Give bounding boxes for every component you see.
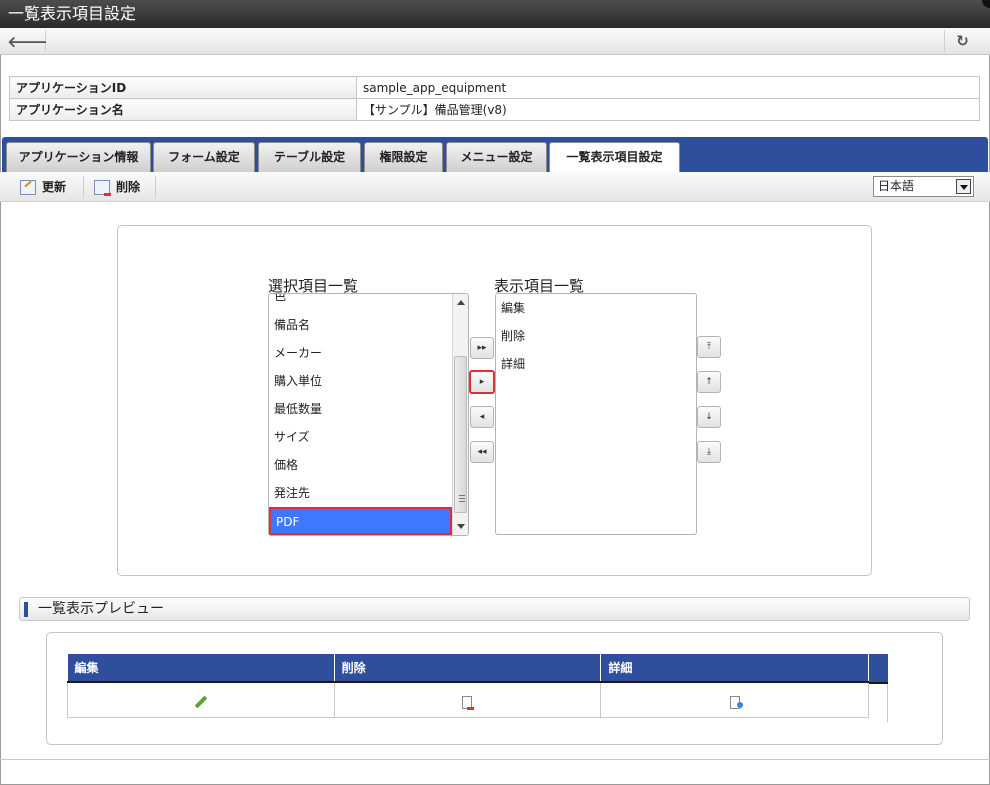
window-titlebar: 一覧表示項目設定 — [0, 0, 990, 28]
delete-button-label: 削除 — [116, 180, 141, 194]
up-arrow-icon: ↑ — [705, 377, 713, 387]
tab-application-info[interactable]: アプリケーション情報 — [6, 142, 151, 172]
delete-document-icon — [94, 179, 111, 196]
list-item[interactable]: 購入単位 — [274, 373, 322, 389]
left-arrow-icon: ◂ — [479, 412, 485, 422]
edit-pencil-icon[interactable] — [194, 695, 208, 709]
scroll-up-icon[interactable] — [457, 300, 465, 305]
tab-menu-settings[interactable]: メニュー設定 — [446, 142, 547, 172]
app-name-label: アプリケーション名 — [9, 98, 357, 121]
table-row — [67, 681, 869, 718]
preview-cell-delete — [333, 681, 602, 718]
chevron-down-icon[interactable] — [956, 179, 971, 194]
titlebar-corner — [982, 0, 990, 8]
tab-list-display-settings[interactable]: 一覧表示項目設定 — [549, 142, 680, 173]
move-bottom-button[interactable]: ⤓ — [697, 441, 721, 463]
app-name-value: 【サンプル】備品管理(v8) — [356, 98, 980, 121]
update-button[interactable]: 更新 — [10, 176, 84, 198]
list-item[interactable]: 編集 — [501, 300, 525, 316]
footer-divider — [0, 759, 990, 760]
preview-table: 編集 削除 詳細 — [67, 654, 869, 718]
preview-column-header: 削除 — [334, 654, 602, 683]
list-item[interactable]: 色 — [274, 294, 286, 304]
reload-icon: ↻ — [956, 32, 969, 50]
navigation-bar: 🡐 ↻ — [0, 28, 990, 55]
list-item[interactable]: 発注先 — [274, 485, 310, 501]
preview-section-header: 一覧表示プレビュー — [19, 597, 970, 621]
app-id-value: sample_app_equipment — [356, 76, 980, 99]
application-info-table: アプリケーションID sample_app_equipment アプリケーション… — [9, 76, 980, 121]
tab-permission-settings[interactable]: 権限設定 — [364, 142, 443, 172]
preview-section-title: 一覧表示プレビュー — [38, 601, 164, 617]
scroll-down-icon[interactable] — [457, 524, 465, 529]
delete-document-icon[interactable] — [462, 695, 475, 710]
list-item[interactable]: サイズ — [274, 429, 310, 445]
tab-form-settings[interactable]: フォーム設定 — [153, 142, 255, 172]
language-select-value: 日本語 — [878, 179, 915, 193]
add-selected-button[interactable]: ▸ — [469, 370, 495, 394]
preview-column-header: 詳細 — [600, 654, 869, 683]
list-item[interactable]: 最低数量 — [274, 401, 322, 417]
delete-button[interactable]: 削除 — [84, 176, 156, 198]
window-title: 一覧表示項目設定 — [8, 4, 137, 23]
detail-document-icon[interactable] — [729, 695, 743, 709]
back-arrow-icon: 🡐 — [7, 32, 48, 51]
remove-selected-button[interactable]: ◂ — [470, 406, 494, 428]
move-bottom-icon: ⤓ — [707, 447, 711, 457]
right-arrow-icon: ▸ — [479, 377, 485, 387]
scrollbar-thumb[interactable] — [454, 356, 467, 513]
preview-column-header: 編集 — [67, 654, 335, 683]
double-right-arrow-icon: ▸▸ — [477, 343, 487, 353]
app-id-label: アプリケーションID — [9, 76, 357, 99]
settings-tab-bar: アプリケーション情報 フォーム設定 テーブル設定 権限設定 メニュー設定 一覧表… — [2, 137, 988, 173]
action-toolbar: 更新 削除 — [0, 172, 990, 202]
reload-button[interactable]: ↻ — [944, 30, 980, 52]
preview-header-filler — [869, 654, 888, 684]
grip-icon — [459, 495, 465, 502]
list-item[interactable]: 備品名 — [274, 317, 310, 333]
move-up-button[interactable]: ↑ — [697, 371, 721, 393]
down-arrow-icon: ↓ — [705, 412, 713, 422]
info-row-app-id: アプリケーションID sample_app_equipment — [9, 76, 980, 99]
edit-document-icon — [20, 179, 36, 195]
list-item[interactable]: 価格 — [274, 457, 298, 473]
list-item[interactable]: メーカー — [274, 345, 322, 361]
preview-header-row: 編集 削除 詳細 — [67, 654, 869, 683]
preview-cell-detail — [600, 681, 869, 718]
available-list-scrollbar[interactable] — [452, 294, 468, 535]
info-row-app-name: アプリケーション名 【サンプル】備品管理(v8) — [9, 98, 980, 121]
preview-row-filler — [869, 684, 888, 722]
back-button[interactable]: 🡐 — [7, 30, 48, 52]
preview-cell-edit — [67, 681, 335, 718]
double-left-arrow-icon: ◂◂ — [477, 447, 487, 457]
displayed-items-list[interactable]: 編集 削除 詳細 — [495, 293, 697, 535]
available-items-list[interactable]: 色 備品名 メーカー 購入単位 最低数量 サイズ 価格 発注先 PDF — [268, 293, 469, 536]
move-top-button[interactable]: ⤒ — [697, 336, 721, 358]
list-item[interactable]: 詳細 — [501, 356, 525, 372]
remove-all-button[interactable]: ◂◂ — [470, 441, 494, 463]
tab-table-settings[interactable]: テーブル設定 — [258, 142, 361, 172]
move-down-button[interactable]: ↓ — [697, 406, 721, 428]
list-item[interactable]: 削除 — [501, 328, 525, 344]
move-top-icon: ⤒ — [707, 342, 711, 352]
add-all-button[interactable]: ▸▸ — [470, 337, 494, 359]
list-item-selected[interactable]: PDF — [269, 507, 452, 535]
update-button-label: 更新 — [42, 180, 67, 194]
language-select[interactable]: 日本語 — [873, 176, 974, 197]
